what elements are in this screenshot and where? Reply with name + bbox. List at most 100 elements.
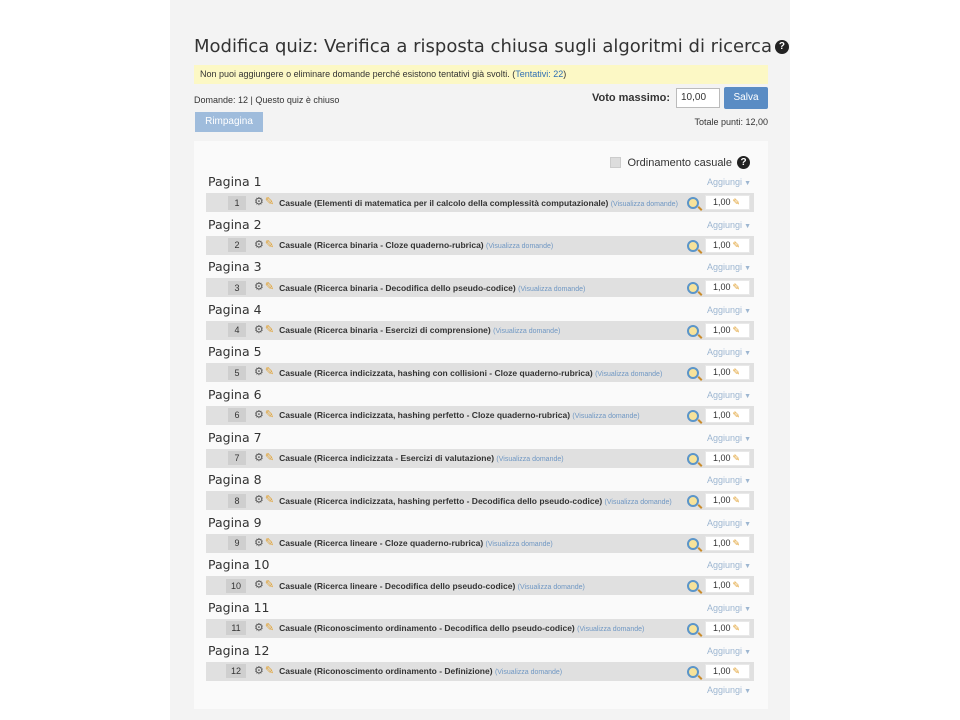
- shuffle-checkbox[interactable]: [610, 157, 622, 168]
- add-label: Aggiungi: [707, 347, 743, 358]
- question-text[interactable]: Casuale (Elementi di matematica per il c…: [279, 198, 687, 208]
- pencil-icon[interactable]: ✎: [733, 453, 741, 463]
- pencil-icon[interactable]: ✎: [733, 495, 741, 505]
- add-menu-final[interactable]: Aggiungi ▼: [707, 685, 751, 695]
- add-menu[interactable]: Aggiungi ▼: [707, 305, 751, 315]
- question-text[interactable]: Casuale (Ricerca lineare - Cloze quadern…: [279, 538, 687, 548]
- question-text[interactable]: Casuale (Ricerca binaria - Cloze quadern…: [279, 240, 687, 250]
- view-questions-link[interactable]: (Visualizza domande): [605, 499, 672, 506]
- repaginate-button[interactable]: Rimpagina: [195, 112, 263, 132]
- mark-value: 1,00: [713, 537, 731, 548]
- pencil-icon[interactable]: ✎: [733, 538, 741, 548]
- add-menu[interactable]: Aggiungi ▼: [707, 390, 751, 400]
- help-icon[interactable]: ?: [737, 156, 750, 169]
- mark-value: 1,00: [713, 580, 731, 591]
- view-questions-link[interactable]: (Visualizza domande): [486, 243, 553, 250]
- add-menu[interactable]: Aggiungi ▼: [707, 220, 751, 230]
- question-number: 1: [228, 195, 246, 210]
- pencil-icon[interactable]: ✎: [265, 282, 274, 293]
- help-icon[interactable]: ?: [774, 40, 789, 54]
- question-mark[interactable]: 1,00 ✎: [705, 322, 750, 338]
- question-mark[interactable]: 1,00 ✎: [705, 407, 750, 423]
- pencil-icon[interactable]: ✎: [265, 495, 274, 506]
- view-questions-link[interactable]: (Visualizza domande): [518, 286, 585, 293]
- caret-down-icon: ▼: [744, 435, 751, 443]
- add-menu[interactable]: Aggiungi ▼: [707, 433, 751, 443]
- pencil-icon[interactable]: ✎: [733, 325, 741, 335]
- question-mark[interactable]: 1,00 ✎: [705, 280, 750, 296]
- add-menu[interactable]: Aggiungi ▼: [707, 475, 751, 485]
- question-type-icons: ⚙ ✎: [254, 324, 274, 336]
- add-menu[interactable]: Aggiungi ▼: [707, 518, 751, 528]
- pencil-icon[interactable]: ✎: [733, 623, 741, 633]
- preview-magnifier-icon[interactable]: [687, 537, 699, 550]
- question-text[interactable]: Casuale (Ricerca binaria - Decodifica de…: [279, 283, 687, 293]
- question-text[interactable]: Casuale (Ricerca lineare - Decodifica de…: [279, 581, 687, 591]
- view-questions-link[interactable]: (Visualizza domande): [595, 371, 662, 378]
- pencil-icon[interactable]: ✎: [733, 282, 741, 292]
- question-mark[interactable]: 1,00 ✎: [705, 620, 750, 636]
- preview-magnifier-icon[interactable]: [687, 665, 699, 678]
- add-menu[interactable]: Aggiungi ▼: [707, 603, 751, 613]
- pencil-icon[interactable]: ✎: [265, 367, 274, 378]
- question-mark[interactable]: 1,00 ✎: [705, 237, 750, 253]
- preview-magnifier-icon[interactable]: [687, 324, 699, 337]
- add-menu[interactable]: Aggiungi ▼: [707, 177, 751, 187]
- save-button[interactable]: Salva: [724, 87, 768, 109]
- question-text[interactable]: Casuale (Riconoscimento ordinamento - De…: [279, 623, 687, 633]
- question-text[interactable]: Casuale (Ricerca indicizzata, hashing pe…: [279, 496, 687, 506]
- preview-magnifier-icon[interactable]: [687, 452, 699, 465]
- pencil-icon[interactable]: ✎: [265, 452, 274, 464]
- pencil-icon[interactable]: ✎: [265, 197, 274, 208]
- pencil-icon[interactable]: ✎: [265, 665, 274, 677]
- preview-magnifier-icon[interactable]: [687, 367, 699, 380]
- question-mark[interactable]: 1,00 ✎: [705, 195, 750, 210]
- question-mark[interactable]: 1,00 ✎: [705, 450, 750, 466]
- preview-magnifier-icon[interactable]: [687, 495, 699, 508]
- pencil-icon[interactable]: ✎: [265, 324, 274, 336]
- question-mark[interactable]: 1,00 ✎: [705, 493, 750, 509]
- view-questions-link[interactable]: (Visualizza domande): [577, 626, 644, 633]
- view-questions-link[interactable]: (Visualizza domande): [518, 584, 585, 591]
- view-questions-link[interactable]: (Visualizza domande): [572, 413, 639, 420]
- pencil-icon[interactable]: ✎: [733, 410, 741, 420]
- pencil-icon[interactable]: ✎: [265, 580, 274, 591]
- pencil-icon[interactable]: ✎: [265, 537, 274, 549]
- add-menu[interactable]: Aggiungi ▼: [707, 560, 751, 570]
- pencil-icon[interactable]: ✎: [733, 367, 741, 377]
- question-text[interactable]: Casuale (Ricerca indicizzata, hashing co…: [279, 368, 687, 378]
- max-grade-input[interactable]: 10,00: [676, 88, 720, 108]
- question-text[interactable]: Casuale (Ricerca indicizzata - Esercizi …: [279, 453, 687, 463]
- view-questions-link[interactable]: (Visualizza domande): [496, 456, 563, 463]
- pencil-icon[interactable]: ✎: [265, 409, 274, 421]
- pencil-icon[interactable]: ✎: [265, 622, 274, 634]
- pencil-icon[interactable]: ✎: [733, 197, 741, 207]
- preview-magnifier-icon[interactable]: [687, 622, 699, 635]
- view-questions-link[interactable]: (Visualizza domande): [495, 669, 562, 676]
- pencil-icon[interactable]: ✎: [733, 580, 741, 590]
- view-questions-link[interactable]: (Visualizza domande): [486, 541, 553, 548]
- preview-magnifier-icon[interactable]: [687, 197, 699, 209]
- pencil-icon[interactable]: ✎: [733, 240, 741, 250]
- add-menu[interactable]: Aggiungi ▼: [707, 262, 751, 272]
- question-mark[interactable]: 1,00 ✎: [705, 578, 750, 594]
- question-title: Casuale (Ricerca lineare - Cloze quadern…: [279, 538, 484, 549]
- question-mark[interactable]: 1,00 ✎: [705, 663, 750, 679]
- preview-magnifier-icon[interactable]: [687, 580, 699, 593]
- question-text[interactable]: Casuale (Ricerca indicizzata, hashing pe…: [279, 410, 687, 420]
- add-menu[interactable]: Aggiungi ▼: [707, 347, 751, 357]
- pencil-icon[interactable]: ✎: [265, 239, 274, 251]
- view-questions-link[interactable]: (Visualizza domande): [493, 328, 560, 335]
- preview-magnifier-icon[interactable]: [687, 409, 699, 422]
- mark-value: 1,00: [713, 324, 731, 335]
- preview-magnifier-icon[interactable]: [687, 239, 699, 252]
- question-text[interactable]: Casuale (Riconoscimento ordinamento - De…: [279, 666, 687, 676]
- question-text[interactable]: Casuale (Ricerca binaria - Esercizi di c…: [279, 325, 687, 335]
- question-mark[interactable]: 1,00 ✎: [705, 365, 750, 381]
- pencil-icon[interactable]: ✎: [733, 666, 741, 676]
- add-menu[interactable]: Aggiungi ▼: [707, 646, 751, 656]
- attempts-link[interactable]: Tentativi: 22: [515, 69, 563, 79]
- preview-magnifier-icon[interactable]: [687, 282, 699, 295]
- view-questions-link[interactable]: (Visualizza domande): [611, 201, 678, 208]
- question-mark[interactable]: 1,00 ✎: [705, 535, 750, 551]
